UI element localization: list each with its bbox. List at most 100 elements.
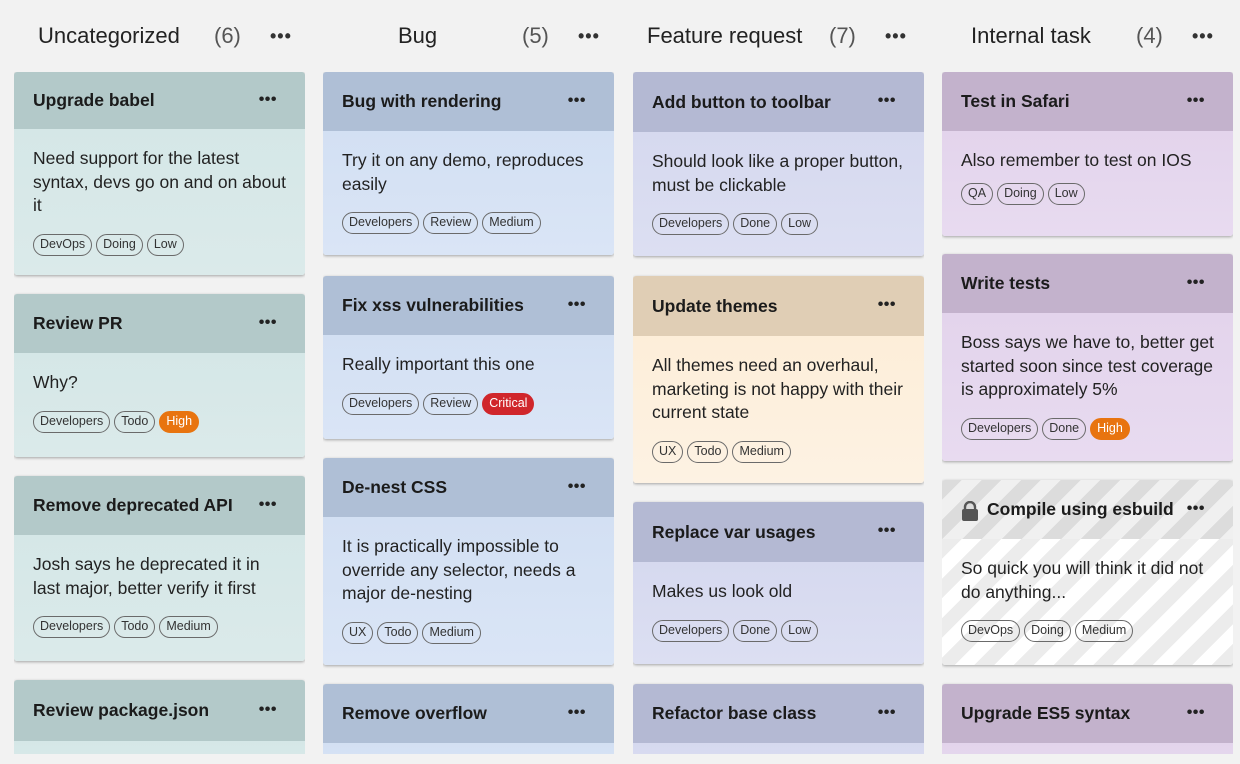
card-menu-icon[interactable]: ••• [878, 522, 896, 540]
tag: Doing [96, 233, 143, 256]
tag: Medium [422, 621, 481, 644]
card-body: Need support for the latest syntax, devs… [14, 129, 305, 275]
card-write-tests[interactable]: Write tests ••• Boss says we have to, be… [942, 254, 1233, 461]
card-text: Should look like a proper button, must b… [652, 151, 903, 195]
card-refactor-base-class[interactable]: Refactor base class ••• [633, 684, 924, 754]
tag: Todo [377, 621, 419, 644]
card-menu-icon[interactable]: ••• [259, 496, 277, 514]
card-remove-deprecated-api[interactable]: Remove deprecated API ••• Josh says he d… [14, 476, 305, 661]
card-title: Write tests [961, 273, 1051, 293]
card-text: It is practically impossible to override… [342, 536, 576, 603]
card-menu-icon[interactable]: ••• [259, 701, 277, 719]
column-menu-icon[interactable]: ••• [1192, 26, 1214, 47]
card-body: All themes need an overhaul, marketing i… [633, 336, 924, 483]
card-menu-icon[interactable]: ••• [1187, 704, 1205, 722]
card-bug-with-rendering[interactable]: Bug with rendering ••• Try it on any dem… [323, 72, 614, 255]
card-header: Write tests ••• [942, 254, 1233, 313]
card-title: Test in Safari [961, 91, 1070, 111]
card-menu-icon[interactable]: ••• [259, 314, 277, 332]
lock-icon [962, 500, 978, 521]
card-text: Boss says we have to, better get started… [961, 332, 1214, 399]
card-header: Add button to toolbar ••• [633, 72, 924, 132]
card-menu-icon[interactable]: ••• [1187, 500, 1205, 518]
card-menu-icon[interactable]: ••• [1187, 92, 1205, 110]
tag: Medium [1074, 620, 1134, 642]
card-title: Compile using esbuild [987, 499, 1174, 519]
card-tags: Developers Done Low [652, 213, 905, 235]
card-body: Why? Developers Todo High [14, 353, 305, 457]
card-title: De-nest CSS [342, 477, 448, 497]
card-menu-icon[interactable]: ••• [568, 704, 586, 722]
card-header: Bug with rendering ••• [323, 72, 614, 131]
card-tags: Developers Done High [961, 417, 1214, 440]
card-text: Also remember to test on IOS [961, 150, 1192, 170]
card-text: Really important this one [342, 354, 535, 374]
card-review-pr[interactable]: Review PR ••• Why? Developers Todo High [14, 294, 305, 457]
tag: QA [961, 182, 994, 205]
task-board: Uncategorized (6) ••• Bug (5) ••• Featur… [0, 0, 1240, 764]
card-menu-icon[interactable]: ••• [1187, 274, 1205, 292]
tag: Developers [342, 392, 420, 415]
tag: DevOps [961, 620, 1021, 642]
tag: Doing [1024, 620, 1071, 642]
tag: Low [781, 213, 819, 235]
card-tags: QA Doing Low [961, 182, 1214, 205]
card-menu-icon[interactable]: ••• [878, 92, 896, 110]
card-compile-using-esbuild[interactable]: Compile using esbuild ••• So quick you w… [942, 480, 1233, 665]
card-de-nest-css[interactable]: De-nest CSS ••• It is practically imposs… [323, 458, 614, 665]
card-replace-var-usages[interactable]: Replace var usages ••• Makes us look old… [633, 502, 924, 664]
card-review-package-json[interactable]: Review package.json ••• [14, 680, 305, 754]
card-body [633, 743, 924, 754]
card-header: Review PR ••• [14, 294, 305, 353]
tag: Doing [997, 182, 1044, 205]
column-menu-icon[interactable]: ••• [578, 26, 600, 47]
card-menu-icon[interactable]: ••• [568, 296, 586, 314]
card-header: Remove deprecated API ••• [14, 476, 305, 535]
column-title: Feature request [647, 23, 803, 48]
card-header: Update themes ••• [633, 276, 924, 336]
tag: Done [733, 619, 778, 642]
tag: Todo [114, 616, 156, 638]
card-test-in-safari[interactable]: Test in Safari ••• Also remember to test… [942, 72, 1233, 236]
card-body: Should look like a proper button, must b… [633, 132, 924, 256]
card-upgrade-es5-syntax[interactable]: Upgrade ES5 syntax ••• [942, 684, 1233, 754]
column-uncategorized: Upgrade babel ••• Need support for the l… [14, 72, 305, 754]
card-title: Bug with rendering [342, 91, 502, 111]
card-menu-icon[interactable]: ••• [568, 478, 586, 496]
card-add-button-to-toolbar[interactable]: Add button to toolbar ••• Should look li… [633, 72, 924, 256]
tag: Medium [732, 440, 791, 463]
column-menu-icon[interactable]: ••• [270, 26, 292, 47]
card-body: Boss says we have to, better get started… [942, 313, 1233, 461]
card-body: Josh says he deprecated it in last major… [14, 535, 305, 661]
card-header: Upgrade babel ••• [14, 72, 305, 129]
tag: Done [733, 213, 778, 235]
tag: Medium [159, 616, 218, 638]
tag: Medium [482, 212, 541, 234]
card-update-themes[interactable]: Update themes ••• All themes need an ove… [633, 276, 924, 483]
column-menu-icon[interactable]: ••• [885, 26, 907, 47]
card-menu-icon[interactable]: ••• [878, 296, 896, 314]
tag: Developers [652, 619, 730, 642]
column-header-internal-task: Internal task (4) ••• [930, 14, 1240, 58]
card-upgrade-babel[interactable]: Upgrade babel ••• Need support for the l… [14, 72, 305, 275]
card-header: De-nest CSS ••• [323, 458, 614, 517]
card-body [14, 741, 305, 754]
column-title: Internal task [971, 23, 1091, 48]
tag: Low [146, 233, 184, 256]
card-body: It is practically impossible to override… [323, 517, 614, 665]
card-menu-icon[interactable]: ••• [568, 92, 586, 110]
card-body: Also remember to test on IOS QA Doing Lo… [942, 131, 1233, 236]
priority-tag-critical: Critical [482, 392, 535, 415]
card-menu-icon[interactable]: ••• [878, 704, 896, 722]
priority-tag-high: High [1090, 417, 1130, 440]
card-header: Refactor base class ••• [633, 684, 924, 743]
card-header: Replace var usages ••• [633, 502, 924, 562]
column-count: (4) [1136, 23, 1163, 48]
column-count: (6) [214, 23, 241, 48]
tag: Low [1047, 182, 1085, 205]
card-menu-icon[interactable]: ••• [259, 91, 277, 109]
card-fix-xss-vulnerabilities[interactable]: Fix xss vulnerabilities ••• Really impor… [323, 276, 614, 439]
tag: Developers [342, 212, 420, 234]
column-count: (7) [829, 23, 856, 48]
card-remove-overflow[interactable]: Remove overflow ••• [323, 684, 614, 754]
